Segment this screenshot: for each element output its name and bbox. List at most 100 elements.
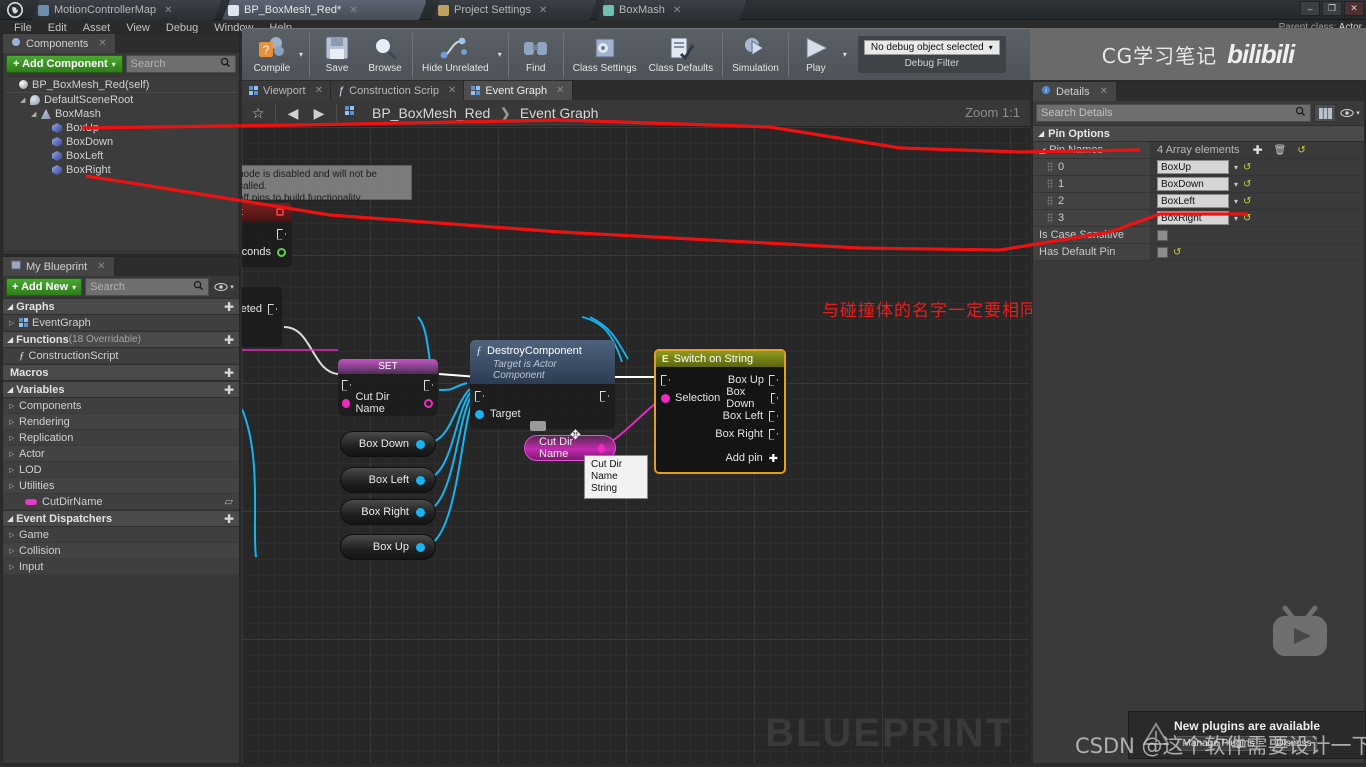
details-section-pin-options[interactable]: ◢ Pin Options <box>1033 125 1364 142</box>
graph-tab-strip[interactable]: Viewport ✕ ƒ Construction Scrip ✕ Event Graph… <box>242 81 1030 100</box>
collapse-arrow-icon[interactable]: ◢ <box>1039 146 1045 155</box>
close-icon[interactable]: ✕ <box>673 5 681 16</box>
mbp-section-functions[interactable]: ◢ Functions (18 Overridable) ✚ <box>3 331 239 348</box>
set-value-pins[interactable]: Cut Dir Name <box>342 391 433 415</box>
mbp-section-event-dispatchers[interactable]: ◢ Event Dispatchers ✚ <box>3 510 239 527</box>
pin-name-row-3[interactable]: 3 BoxRight ▾ ↺ <box>1033 210 1364 227</box>
collapse-arrow-icon[interactable]: ◢ <box>7 302 13 311</box>
varnode-box-down[interactable]: Box Down <box>340 431 436 457</box>
details-search-input[interactable]: Search Details <box>1036 104 1311 122</box>
object-pin-icon[interactable] <box>416 439 425 449</box>
drag-handle-icon[interactable] <box>1047 213 1053 223</box>
event-graph-canvas[interactable]: Other Actor node is disabled and will no… <box>242 127 1030 764</box>
eye-icon[interactable]: ▾ <box>1339 104 1361 122</box>
exec-pin-icon[interactable] <box>268 303 277 315</box>
pin-name-row-0[interactable]: 0 BoxUp ▾ ↺ <box>1033 159 1364 176</box>
mbp-item-cutdirname[interactable]: CutDirName ▱ <box>3 494 239 510</box>
favorite-star-icon[interactable]: ☆ <box>246 102 270 124</box>
component-tree-item-bpboxmeshredself[interactable]: BP_BoxMesh_Red(self) <box>5 77 237 93</box>
node-set-cut-dir-name[interactable]: SET Cut Dir Name <box>338 359 438 416</box>
expand-arrow-icon[interactable]: ▷ <box>9 531 19 539</box>
tab-viewport[interactable]: Viewport ✕ <box>242 81 331 100</box>
close-icon[interactable]: ✕ <box>448 85 456 96</box>
exec-out-pin-icon[interactable] <box>769 428 778 440</box>
mbp-item-utilities[interactable]: ▷ Utilities <box>3 478 239 494</box>
switch-selection-row[interactable]: Selection Box Down <box>661 386 778 410</box>
expand-arrow-icon[interactable]: ▷ <box>9 418 19 426</box>
varnode-box-up[interactable]: Box Up <box>340 534 436 560</box>
add-array-element-button[interactable]: ✚ <box>1253 143 1263 157</box>
app-tab-bp-boxmesh-red[interactable]: BP_BoxMesh_Red* ✕ <box>222 0 427 20</box>
string-input-pin-icon[interactable] <box>342 398 351 408</box>
components-search-input[interactable]: Search <box>125 55 236 73</box>
close-button[interactable]: ✕ <box>1344 1 1364 16</box>
switch-add-pin-button[interactable]: Add pin ✚ <box>661 449 778 467</box>
object-pin-icon[interactable] <box>416 542 425 552</box>
hide-unrelated-button[interactable]: Hide Unrelated <box>416 30 495 80</box>
expand-arrow-icon[interactable]: ◢ <box>31 110 41 118</box>
tab-construction-scrip[interactable]: ƒ Construction Scrip ✕ <box>331 81 465 100</box>
forward-arrow-icon[interactable]: ▶ <box>307 102 331 124</box>
compile-button[interactable]: ? Compile <box>248 30 296 80</box>
components-tree[interactable]: BP_BoxMesh_Red(self) ◢ DefaultSceneRoot ◢ Bo… <box>5 77 237 250</box>
simulation-button[interactable]: Simulation <box>726 30 785 80</box>
mbp-add-button[interactable]: ✚ <box>224 512 234 526</box>
add-new-button[interactable]: + Add New ▾ <box>6 278 83 296</box>
close-icon[interactable]: ✕ <box>315 85 323 96</box>
object-pin-icon[interactable] <box>475 409 484 419</box>
component-tree-item-boxmash[interactable]: ◢ BoxMash <box>5 107 237 121</box>
add-component-button[interactable]: + Add Component ▾ <box>6 55 123 73</box>
delete-array-button[interactable]: 🗑 <box>1274 145 1287 156</box>
maximize-button[interactable]: ❐ <box>1322 1 1342 16</box>
component-tree-item-boxdown[interactable]: BoxDown <box>5 135 237 149</box>
drag-handle-icon[interactable] <box>1047 196 1053 206</box>
browse-button[interactable]: Browse <box>361 30 409 80</box>
exec-out-pin-icon[interactable] <box>600 390 609 402</box>
chevron-down-icon[interactable]: ▾ <box>1234 180 1238 189</box>
exec-in-pin-icon[interactable] <box>475 390 484 402</box>
tab-my-blueprint[interactable]: My Blueprint ✕ <box>3 257 115 276</box>
find-button[interactable]: Find <box>512 30 560 80</box>
expand-arrow-icon[interactable]: ▷ <box>9 482 19 490</box>
minimize-button[interactable]: – <box>1300 1 1320 16</box>
node-completed-stub[interactable]: eted <box>242 287 282 347</box>
close-icon[interactable]: ✕ <box>556 85 564 96</box>
mbp-item-game[interactable]: ▷ Game <box>3 527 239 543</box>
mbp-item-input[interactable]: ▷ Input <box>3 559 239 575</box>
mbp-item-rendering[interactable]: ▷ Rendering <box>3 414 239 430</box>
debug-object-select[interactable]: No debug object selected ▾ <box>863 40 1000 55</box>
mbp-item-eventgraph[interactable]: ▷ EventGraph <box>3 315 239 331</box>
back-arrow-icon[interactable]: ◀ <box>281 102 305 124</box>
default-pin-checkbox[interactable] <box>1157 246 1168 258</box>
expand-arrow-icon[interactable]: ▷ <box>9 466 19 474</box>
pin-name-input-0[interactable]: BoxUp <box>1157 160 1229 174</box>
breadcrumb-graph[interactable]: Event Graph <box>520 105 599 121</box>
app-tab-boxmash[interactable]: BoxMash ✕ <box>597 0 747 20</box>
revert-button[interactable]: ↺ <box>1243 179 1251 190</box>
drag-handle-icon[interactable] <box>1047 179 1053 189</box>
tab-event-graph[interactable]: Event Graph ✕ <box>464 81 573 100</box>
pin-name-row-2[interactable]: 2 BoxLeft ▾ ↺ <box>1033 193 1364 210</box>
revert-button[interactable]: ↺ <box>1243 213 1251 224</box>
details-tab-row[interactable]: i Details ✕ <box>1033 82 1364 101</box>
exec-out-pin-icon[interactable] <box>769 410 778 422</box>
varnode-box-right[interactable]: Box Right <box>340 499 436 525</box>
collapse-arrow-icon[interactable]: ◢ <box>1038 129 1044 138</box>
mbp-add-button[interactable]: ✚ <box>224 333 234 347</box>
mbp-item-constructionscript[interactable]: ƒ ConstructionScript <box>3 348 239 364</box>
chevron-down-icon[interactable]: ▾ <box>495 50 505 59</box>
mbp-item-collision[interactable]: ▷ Collision <box>3 543 239 559</box>
pin-name-row-1[interactable]: 1 BoxDown ▾ ↺ <box>1033 176 1364 193</box>
switch-out-2-row[interactable]: Box Left <box>661 407 778 425</box>
string-input-pin-icon[interactable] <box>661 393 670 403</box>
mbp-item-components[interactable]: ▷ Components <box>3 398 239 414</box>
component-tree-item-boxup[interactable]: BoxUp <box>5 121 237 135</box>
expand-arrow-icon[interactable]: ▷ <box>9 563 19 571</box>
close-icon[interactable]: ✕ <box>1100 86 1108 97</box>
expand-arrow-icon[interactable]: ▷ <box>9 434 19 442</box>
my-blueprint-tab-row[interactable]: My Blueprint ✕ <box>3 257 239 276</box>
event-tick-exec-pin[interactable] <box>242 225 286 243</box>
mbp-add-button[interactable]: ✚ <box>224 366 234 380</box>
revert-button[interactable]: ↺ <box>1173 247 1181 258</box>
case-sensitive-checkbox[interactable] <box>1157 229 1168 241</box>
